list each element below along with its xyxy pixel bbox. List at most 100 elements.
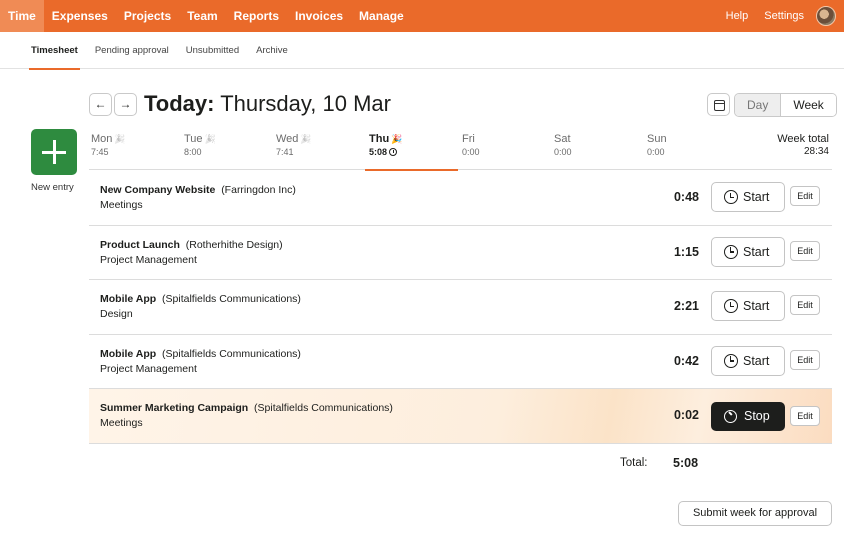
task-name: Meetings	[100, 417, 143, 429]
day-total: 0:00	[554, 147, 572, 157]
timer-running-icon	[724, 410, 737, 423]
time-entry: New Company Website (Farringdon Inc) Mee…	[89, 171, 832, 226]
clock-icon	[389, 148, 398, 156]
start-label: Start	[743, 299, 770, 313]
task-name: Meetings	[100, 199, 143, 211]
day-fri[interactable]: Fri 0:00	[460, 132, 550, 170]
submit-week-button[interactable]: Submit week for approval	[678, 501, 832, 526]
task-name: Project Management	[100, 362, 197, 375]
party-icon: 🎉	[300, 134, 312, 144]
nav-reports[interactable]: Reports	[226, 0, 287, 32]
day-tue[interactable]: Tue 🎉 8:00	[182, 132, 272, 170]
start-button[interactable]: Start	[711, 236, 785, 267]
entry-duration: 0:42	[673, 353, 699, 368]
title-date: Thursday, 10 Mar	[214, 91, 391, 116]
project-name: New Company Website	[100, 184, 216, 196]
nav-settings[interactable]: Settings	[756, 10, 812, 22]
view-day-button[interactable]: Day	[735, 94, 782, 116]
top-nav: Time Expenses Projects Team Reports Invo…	[0, 0, 844, 32]
nav-time[interactable]: Time	[0, 0, 44, 32]
party-icon: 🎉	[114, 134, 126, 144]
day-total: 0:00	[462, 147, 480, 157]
project-name: Summer Marketing Campaign	[100, 402, 249, 414]
nav-team[interactable]: Team	[179, 0, 225, 32]
nav-invoices[interactable]: Invoices	[287, 0, 351, 32]
task-name: Project Management	[100, 253, 197, 266]
tab-archive[interactable]: Archive	[256, 32, 288, 69]
entry-duration: 1:15	[673, 244, 699, 259]
day-name: Mon	[91, 133, 113, 145]
nav-projects[interactable]: Projects	[116, 0, 179, 32]
time-entries: New Company Website (Farringdon Inc) Mee…	[89, 171, 832, 444]
edit-button[interactable]: Edit	[790, 295, 820, 315]
stop-label: Stop	[744, 409, 770, 423]
start-label: Start	[743, 244, 770, 259]
party-icon: 🎉	[204, 134, 216, 144]
day-name: Sun	[647, 133, 667, 145]
total-value: 5:08	[673, 456, 699, 470]
client-name: (Farringdon Inc)	[221, 184, 296, 196]
day-total: 0:00	[647, 147, 665, 157]
task-name: Design	[100, 308, 133, 320]
avatar[interactable]	[816, 6, 836, 26]
clock-icon	[724, 353, 738, 368]
party-icon: 🎉	[391, 134, 403, 144]
time-entry: Mobile App (Spitalfields Communications)…	[89, 280, 832, 335]
start-button[interactable]: Start	[711, 182, 785, 212]
client-name: (Spitalfields Communications)	[162, 347, 301, 360]
start-button[interactable]: Start	[711, 345, 785, 376]
stop-button[interactable]: Stop	[711, 402, 785, 431]
start-button[interactable]: Start	[711, 291, 785, 321]
day-sun[interactable]: Sun 0:00	[645, 132, 735, 170]
prev-day-button[interactable]: ←	[89, 93, 112, 116]
day-thu[interactable]: Thu 🎉 5:08	[365, 132, 458, 171]
calendar-icon	[714, 100, 725, 111]
edit-button[interactable]: Edit	[790, 349, 820, 370]
sub-nav: Timesheet Pending approval Unsubmitted A…	[0, 32, 844, 70]
day-total: 5:08	[369, 147, 388, 157]
day-name: Thu	[369, 133, 390, 145]
next-day-button[interactable]: →	[114, 93, 137, 116]
running-time-entry: Summer Marketing Campaign (Spitalfields …	[89, 389, 832, 444]
clock-icon	[724, 244, 738, 259]
client-name: (Rotherhithe Design)	[185, 238, 283, 251]
day-name: Tue	[184, 133, 203, 145]
week-days: Mon 🎉 7:45 Tue 🎉 8:00 Wed 🎉 7:41 Thu 🎉 5:08 …	[89, 132, 832, 171]
view-week-button[interactable]: Week	[781, 94, 836, 116]
new-entry-button[interactable]	[31, 129, 77, 175]
entry-duration: 2:21	[673, 299, 699, 313]
edit-button[interactable]: Edit	[790, 240, 820, 261]
start-label: Start	[743, 190, 770, 204]
tab-timesheet[interactable]: Timesheet	[29, 32, 80, 70]
day-total: 8:00	[184, 147, 202, 157]
week-total-label: Week total	[777, 133, 829, 145]
nav-expenses[interactable]: Expenses	[44, 0, 116, 32]
day-total: 7:41	[276, 147, 294, 157]
tab-unsubmitted[interactable]: Unsubmitted	[186, 32, 239, 69]
day-mon[interactable]: Mon 🎉 7:45	[89, 132, 179, 170]
day-name: Fri	[462, 133, 475, 145]
view-toggle: Day Week	[734, 93, 837, 117]
day-wed[interactable]: Wed 🎉 7:41	[274, 132, 364, 170]
edit-button[interactable]: Edit	[790, 186, 820, 206]
total-label: Total:	[620, 457, 648, 469]
day-name: Wed	[276, 133, 299, 145]
nav-manage[interactable]: Manage	[351, 0, 412, 32]
edit-button[interactable]: Edit	[790, 406, 820, 426]
client-name: (Spitalfields Communications)	[162, 293, 301, 305]
calendar-button[interactable]	[707, 93, 730, 116]
page-title: Today: Thursday, 10 Mar	[144, 91, 391, 117]
title-today: Today:	[144, 91, 215, 116]
project-name: Mobile App	[100, 293, 157, 305]
time-entry: Mobile App (Spitalfields Communications)…	[89, 335, 832, 389]
clock-icon	[724, 190, 738, 204]
day-sat[interactable]: Sat 0:00	[552, 132, 642, 170]
day-total: 7:45	[91, 147, 109, 157]
nav-help[interactable]: Help	[718, 10, 757, 22]
tab-pending-approval[interactable]: Pending approval	[95, 32, 169, 69]
new-entry-label: New entry	[31, 182, 74, 193]
project-name: Mobile App	[100, 347, 157, 360]
time-entry: Product Launch (Rotherhithe Design) Proj…	[89, 226, 832, 280]
start-label: Start	[743, 353, 770, 368]
project-name: Product Launch	[100, 238, 180, 251]
